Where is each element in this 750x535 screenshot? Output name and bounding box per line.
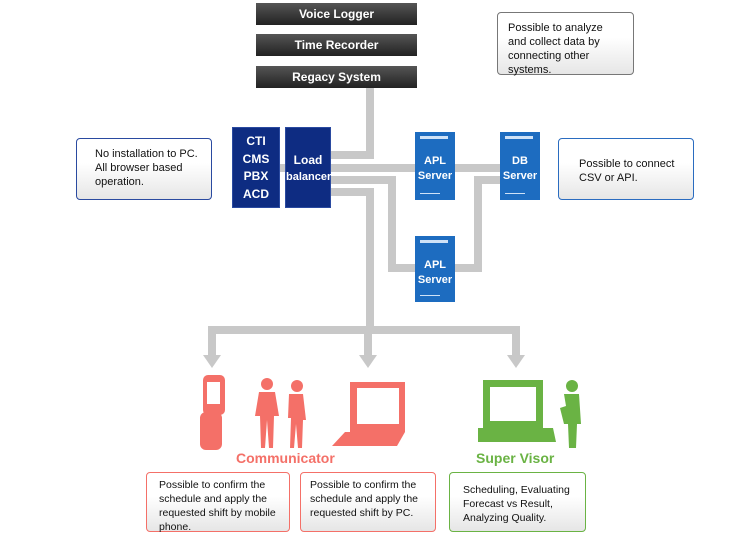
note-pc: Possible to confirm the schedule and app… <box>300 472 436 532</box>
cti-cms-pbx-acd-box: CTI CMS PBX ACD <box>232 127 280 208</box>
server-label: DB <box>512 155 528 167</box>
apl-server-1: APL Server <box>415 132 455 200</box>
server-label: Server <box>417 170 453 182</box>
server-label: Server <box>502 170 538 182</box>
communicator-label: Communicator <box>236 450 335 466</box>
regacy-system-box: Regacy System <box>256 66 417 88</box>
cms-label: CMS <box>242 151 270 166</box>
communicator-icons <box>200 375 405 450</box>
note-mobile: Possible to confirm the schedule and app… <box>146 472 290 533</box>
acd-label: ACD <box>243 186 269 201</box>
note-supervisor: Scheduling, Evaluating Forecast vs Resul… <box>449 472 586 532</box>
db-server: DB Server <box>500 132 540 200</box>
server-label: APL <box>424 155 446 167</box>
monitor-icon <box>478 380 556 442</box>
voice-logger-box: Voice Logger <box>256 3 417 25</box>
server-label: Server <box>417 274 453 286</box>
load-balancer-label-2: balancer <box>286 171 332 183</box>
server-label: APL <box>424 259 446 271</box>
note-csv-api: Possible to connect CSV or API. <box>558 138 694 200</box>
mobile-phone-icon <box>200 375 225 450</box>
people-icon <box>255 378 306 448</box>
laptop-icon <box>332 382 405 446</box>
time-recorder-box: Time Recorder <box>256 34 417 56</box>
note-other-systems: Possible to analyze and collect data by … <box>497 12 634 76</box>
person-icon <box>560 380 581 448</box>
supervisor-icons <box>478 380 581 448</box>
supervisor-label: Super Visor <box>476 450 555 466</box>
note-no-installation: No installation to PC. All browser based… <box>76 138 212 200</box>
load-balancer-box: Load balancer <box>285 127 331 208</box>
pbx-label: PBX <box>243 169 269 183</box>
load-balancer-label-1: Load <box>293 153 323 167</box>
cti-label: CTI <box>246 134 266 148</box>
apl-server-2: APL Server <box>415 236 455 302</box>
